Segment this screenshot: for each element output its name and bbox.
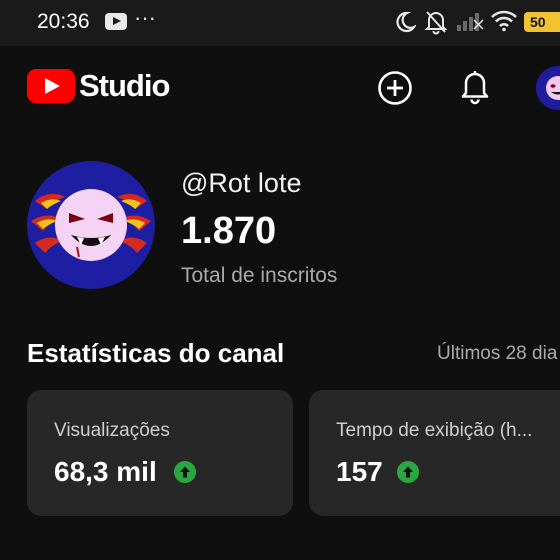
notifications-bell-icon[interactable] — [458, 68, 492, 106]
subscriber-count: 1.870 — [181, 210, 277, 252]
stat-label: Tempo de exibição (h... — [336, 420, 533, 441]
channel-handle: @Rot lote — [181, 168, 302, 198]
studio-app: 20:36 ··· 50 Studio @Rot lote 1.870 Tota… — [0, 0, 560, 560]
app-bar: Studio — [0, 46, 560, 130]
status-bar: 20:36 ··· 50 — [0, 0, 560, 46]
stat-value: 68,3 mil — [54, 456, 157, 487]
create-plus-icon[interactable] — [377, 70, 413, 106]
signal-icon — [457, 13, 484, 31]
stats-period-selector[interactable]: Últimos 28 dia — [437, 343, 557, 365]
studio-logo-text[interactable]: Studio — [79, 68, 170, 104]
channel-stats-title: Estatísticas do canal — [27, 338, 285, 368]
do-not-disturb-moon-icon — [396, 11, 416, 33]
stat-label: Visualizações — [54, 420, 170, 441]
youtube-notification-icon — [105, 13, 127, 30]
status-time: 20:36 — [37, 10, 90, 33]
stat-card-watch-time[interactable]: Tempo de exibição (h... 157 — [309, 390, 560, 516]
arrow-up-circle-icon — [174, 461, 196, 483]
battery-indicator: 50 — [524, 12, 560, 32]
account-avatar[interactable] — [536, 66, 560, 110]
subscriber-label: Total de inscritos — [181, 264, 338, 287]
channel-avatar[interactable] — [27, 161, 155, 289]
youtube-logo-icon[interactable] — [27, 69, 75, 103]
stat-value: 157 — [336, 456, 383, 487]
muted-bell-icon — [424, 11, 448, 35]
stat-card-views[interactable]: Visualizações 68,3 mil — [27, 390, 293, 516]
arrow-up-circle-icon — [397, 461, 419, 483]
more-notifications-icon: ··· — [134, 5, 156, 30]
wifi-icon — [491, 10, 517, 32]
